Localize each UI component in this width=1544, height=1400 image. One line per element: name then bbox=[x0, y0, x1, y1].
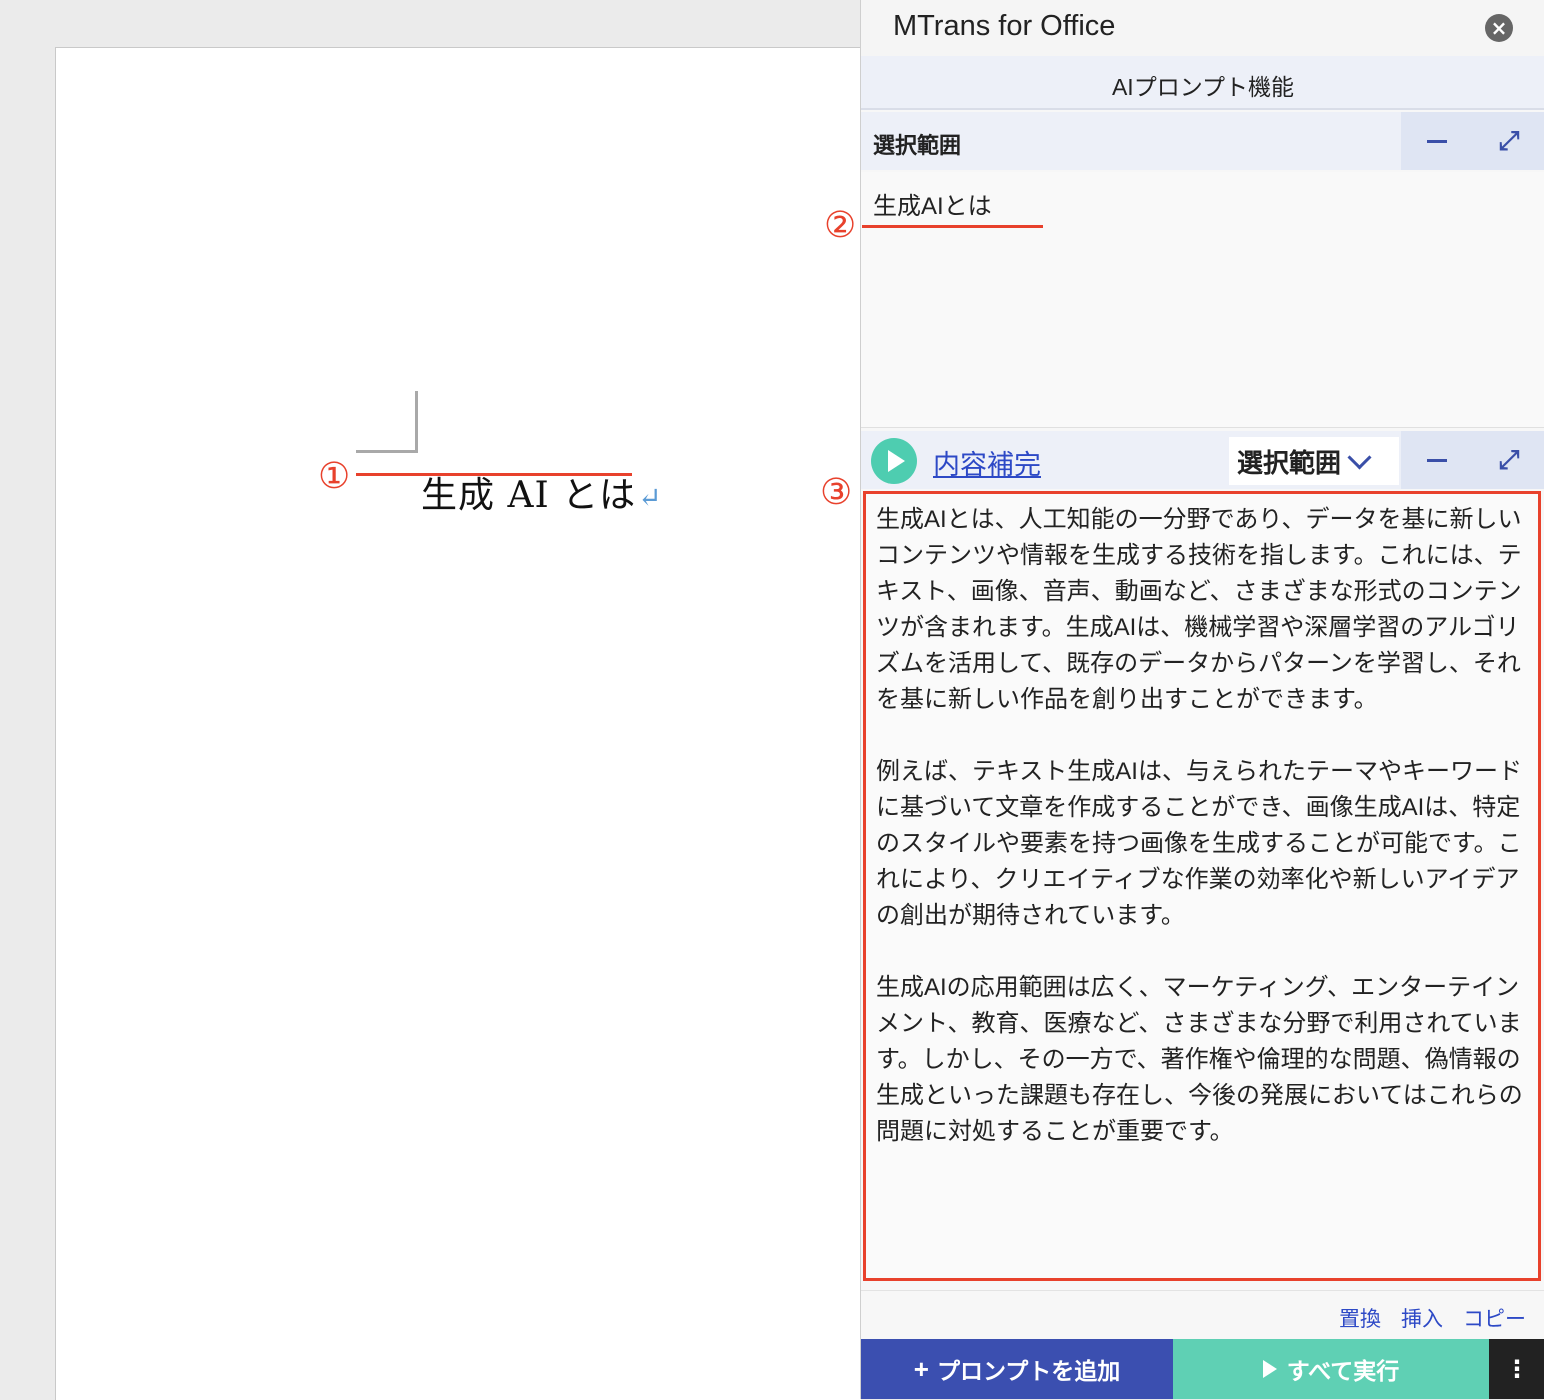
copy-link[interactable]: コピー bbox=[1463, 1303, 1526, 1333]
heading-text[interactable]: 生成 AI とは bbox=[421, 475, 636, 516]
scope-selected-value: 選択範囲 bbox=[1237, 447, 1342, 478]
annotation-1: ① bbox=[318, 456, 351, 497]
plus-icon: + bbox=[913, 1353, 929, 1384]
more-options-icon[interactable]: ⋮ bbox=[1489, 1339, 1544, 1399]
run-all-button[interactable]: すべて実行 bbox=[1173, 1339, 1489, 1399]
chevron-down-icon bbox=[1347, 444, 1372, 470]
prompt-header: 内容補完 選択範囲 ⤢ bbox=[861, 431, 1544, 489]
play-icon bbox=[1262, 1360, 1277, 1378]
prompt-name-link[interactable]: 内容補完 bbox=[933, 443, 1041, 482]
expand-icon: ⤢ bbox=[1498, 444, 1520, 475]
selection-expand-button[interactable]: ⤢ bbox=[1473, 112, 1544, 170]
annotation-2: ② bbox=[824, 205, 857, 246]
play-prompt-button[interactable] bbox=[871, 438, 917, 484]
scope-dropdown[interactable]: 選択範囲 bbox=[1229, 437, 1399, 485]
paragraph-mark-icon: ↵ bbox=[638, 481, 663, 514]
panel-title-bar: MTrans for Office × bbox=[861, 0, 1544, 56]
annotation-3: ③ bbox=[820, 472, 853, 513]
panel-footer: + プロンプトを追加 すべて実行 ⋮ bbox=[861, 1339, 1544, 1399]
minus-icon bbox=[1427, 458, 1447, 462]
document-page[interactable]: 生成 AI とは↵ bbox=[55, 47, 861, 1400]
selection-text[interactable]: 生成AIとは bbox=[873, 186, 992, 221]
insert-link[interactable]: 挿入 bbox=[1401, 1303, 1443, 1333]
selection-section-title: 選択範囲 bbox=[873, 133, 962, 158]
prompt-output-text[interactable]: 生成AIとは、人工知能の一分野であり、データを基に新しいコンテンツや情報を生成す… bbox=[876, 502, 1526, 1150]
close-icon[interactable]: × bbox=[1485, 14, 1513, 42]
annotation-1-underline bbox=[356, 473, 632, 476]
add-prompt-label: プロンプトを追加 bbox=[936, 1358, 1121, 1384]
expand-icon: ⤢ bbox=[1498, 125, 1520, 156]
selection-text-box[interactable]: 生成AIとは bbox=[861, 172, 1544, 428]
prompt-expand-button[interactable]: ⤢ bbox=[1473, 431, 1544, 489]
prompt-minimize-button[interactable] bbox=[1401, 431, 1473, 489]
mode-label: AIプロンプト機能 bbox=[1111, 74, 1295, 100]
minus-icon bbox=[1427, 139, 1447, 143]
selection-minimize-button[interactable] bbox=[1401, 112, 1473, 170]
annotation-2-underline bbox=[862, 225, 1043, 228]
result-actions: 置換 挿入 コピー bbox=[861, 1290, 1544, 1341]
document-area: 生成 AI とは↵ bbox=[0, 0, 861, 1400]
run-all-label: すべて実行 bbox=[1286, 1358, 1400, 1384]
page-margin-marker bbox=[356, 391, 418, 453]
add-prompt-button[interactable]: + プロンプトを追加 bbox=[861, 1339, 1173, 1399]
panel-title: MTrans for Office bbox=[893, 10, 1116, 42]
prompt-output-box[interactable]: 生成AIとは、人工知能の一分野であり、データを基に新しいコンテンツや情報を生成す… bbox=[863, 491, 1541, 1281]
addin-panel: MTrans for Office × AIプロンプト機能 選択範囲 ⤢ 生成A… bbox=[860, 0, 1544, 1399]
selection-section-header: 選択範囲 ⤢ bbox=[861, 112, 1544, 170]
replace-link[interactable]: 置換 bbox=[1339, 1303, 1381, 1333]
mode-bar: AIプロンプト機能 bbox=[861, 56, 1544, 110]
play-icon bbox=[888, 450, 905, 472]
